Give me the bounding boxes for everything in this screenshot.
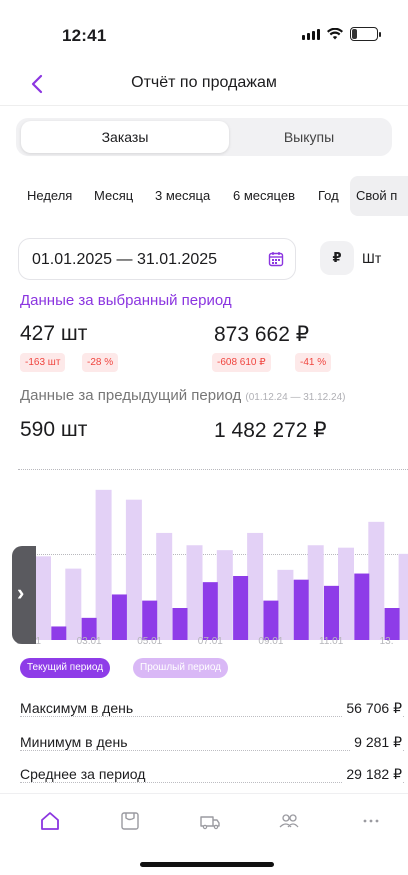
units-toggle[interactable]: Шт xyxy=(362,241,381,275)
header: Отчёт по продажам xyxy=(0,62,408,106)
previous-quantity: 590 шт xyxy=(20,418,88,441)
orders-buyouts-switch: Заказы Выкупы xyxy=(16,118,392,156)
status-time: 12:41 xyxy=(62,26,107,45)
current-quantity: 427 шт xyxy=(20,322,88,345)
bar-current-06[interactable] xyxy=(172,608,188,640)
previous-period-label: Данные за предыдущий период (01.12.24 — … xyxy=(20,387,345,404)
sales-chart: 01.0103.0105.0107.0109.0111.0113. xyxy=(0,454,408,654)
bar-previous-08[interactable] xyxy=(247,532,264,640)
x-tick-label: 05.01 xyxy=(137,636,163,647)
wifi-icon xyxy=(327,28,343,40)
period-week[interactable]: Неделя xyxy=(27,176,72,216)
bar-current-07[interactable] xyxy=(202,582,218,640)
stat-label: Среднее за период xyxy=(20,766,148,782)
bar-current-02[interactable] xyxy=(51,626,67,640)
current-period-label: Данные за выбранный период xyxy=(20,292,232,309)
legend-current[interactable]: Текущий период xyxy=(20,658,111,678)
period-3-months[interactable]: 3 месяца xyxy=(155,176,210,216)
tab-orders[interactable]: Заказы xyxy=(21,121,229,153)
stat-min-per-day: Минимум в день 9 281 ₽ xyxy=(20,734,404,756)
bar-previous-01[interactable] xyxy=(35,556,51,640)
previous-period-title: Данные за предыдущий период xyxy=(20,387,242,404)
previous-period-range: (01.12.24 — 31.12.24) xyxy=(245,392,346,403)
bar-previous-06[interactable] xyxy=(186,545,203,640)
more-icon[interactable] xyxy=(360,810,382,832)
current-amount: 873 662 ₽ xyxy=(214,323,310,346)
period-6-months[interactable]: 6 месяцев xyxy=(233,176,295,216)
stat-value: 56 706 ₽ xyxy=(343,700,402,717)
bar-previous-10[interactable] xyxy=(307,545,324,640)
bar-current-12[interactable] xyxy=(354,573,370,640)
x-tick-label: 09.01 xyxy=(258,636,284,647)
bar-current-10[interactable] xyxy=(293,579,309,640)
x-tick-label: 11.01 xyxy=(319,636,344,647)
stat-value: 9 281 ₽ xyxy=(351,734,402,751)
amount-delta-badge: -608 610 ₽ xyxy=(212,353,271,372)
bar-current-08[interactable] xyxy=(233,576,249,640)
bar-current-05[interactable] xyxy=(142,600,158,640)
x-tick-label: 13. xyxy=(379,636,394,647)
tab-buyouts[interactable]: Выкупы xyxy=(229,121,389,153)
bar-previous-13[interactable] xyxy=(398,553,408,640)
bar-current-04[interactable] xyxy=(111,594,127,640)
stat-label: Минимум в день xyxy=(20,734,130,750)
battery-level: 21 xyxy=(358,29,369,39)
battery-icon: 21 xyxy=(350,27,381,41)
signal-icon xyxy=(302,28,320,40)
quantity-delta-badge: -163 шт xyxy=(20,353,66,372)
period-month[interactable]: Месяц xyxy=(94,176,133,216)
page-title: Отчёт по продажам xyxy=(131,74,277,91)
bar-current-11[interactable] xyxy=(324,585,339,640)
chevron-right-icon: › xyxy=(17,580,25,605)
bar-previous-05[interactable] xyxy=(156,532,173,640)
people-icon[interactable] xyxy=(278,810,300,832)
home-indicator xyxy=(140,862,274,867)
date-range-value: 01.01.2025 — 31.01.2025 xyxy=(32,251,218,268)
bar-previous-11[interactable] xyxy=(338,547,354,640)
legend-previous[interactable]: Прошлый период xyxy=(133,658,229,678)
bar-previous-07[interactable] xyxy=(216,550,233,640)
bar-previous-03[interactable] xyxy=(95,489,112,640)
stat-max-per-day: Максимум в день 56 706 ₽ xyxy=(20,700,404,722)
stat-value: 29 182 ₽ xyxy=(343,766,402,783)
status-bar: 12:41 21 xyxy=(0,0,408,60)
status-icons: 21 xyxy=(302,27,381,41)
home-icon[interactable] xyxy=(39,810,61,832)
bar-previous-12[interactable] xyxy=(368,521,385,640)
period-custom[interactable]: Свой п xyxy=(350,176,408,216)
bar-previous-02[interactable] xyxy=(65,568,82,640)
chart-plot xyxy=(21,489,408,640)
box-icon[interactable] xyxy=(119,810,141,832)
quantity-delta-percent-badge: -28 % xyxy=(82,353,119,372)
stat-label: Максимум в день xyxy=(20,700,136,716)
calendar-icon[interactable] xyxy=(268,251,284,267)
bar-previous-04[interactable] xyxy=(125,499,142,640)
period-selector: Неделя Месяц 3 месяца 6 месяцев Год Свой… xyxy=(0,176,408,216)
currency-toggle[interactable]: ₽ xyxy=(320,241,354,275)
bottom-tab-bar xyxy=(0,793,408,843)
period-year[interactable]: Год xyxy=(318,176,339,216)
previous-amount: 1 482 272 ₽ xyxy=(214,419,327,442)
chart-scroll-handle[interactable]: › xyxy=(12,546,36,644)
x-tick-label: 07.01 xyxy=(197,636,223,647)
bar-current-09[interactable] xyxy=(263,600,279,640)
bar-previous-09[interactable] xyxy=(277,569,294,640)
stat-average: Среднее за период 29 182 ₽ xyxy=(20,766,404,788)
x-tick-label: 03.01 xyxy=(76,636,102,647)
amount-delta-percent-badge: -41 % xyxy=(295,353,332,372)
date-range-field[interactable]: 01.01.2025 — 31.01.2025 xyxy=(18,238,296,280)
truck-icon[interactable] xyxy=(199,810,221,832)
